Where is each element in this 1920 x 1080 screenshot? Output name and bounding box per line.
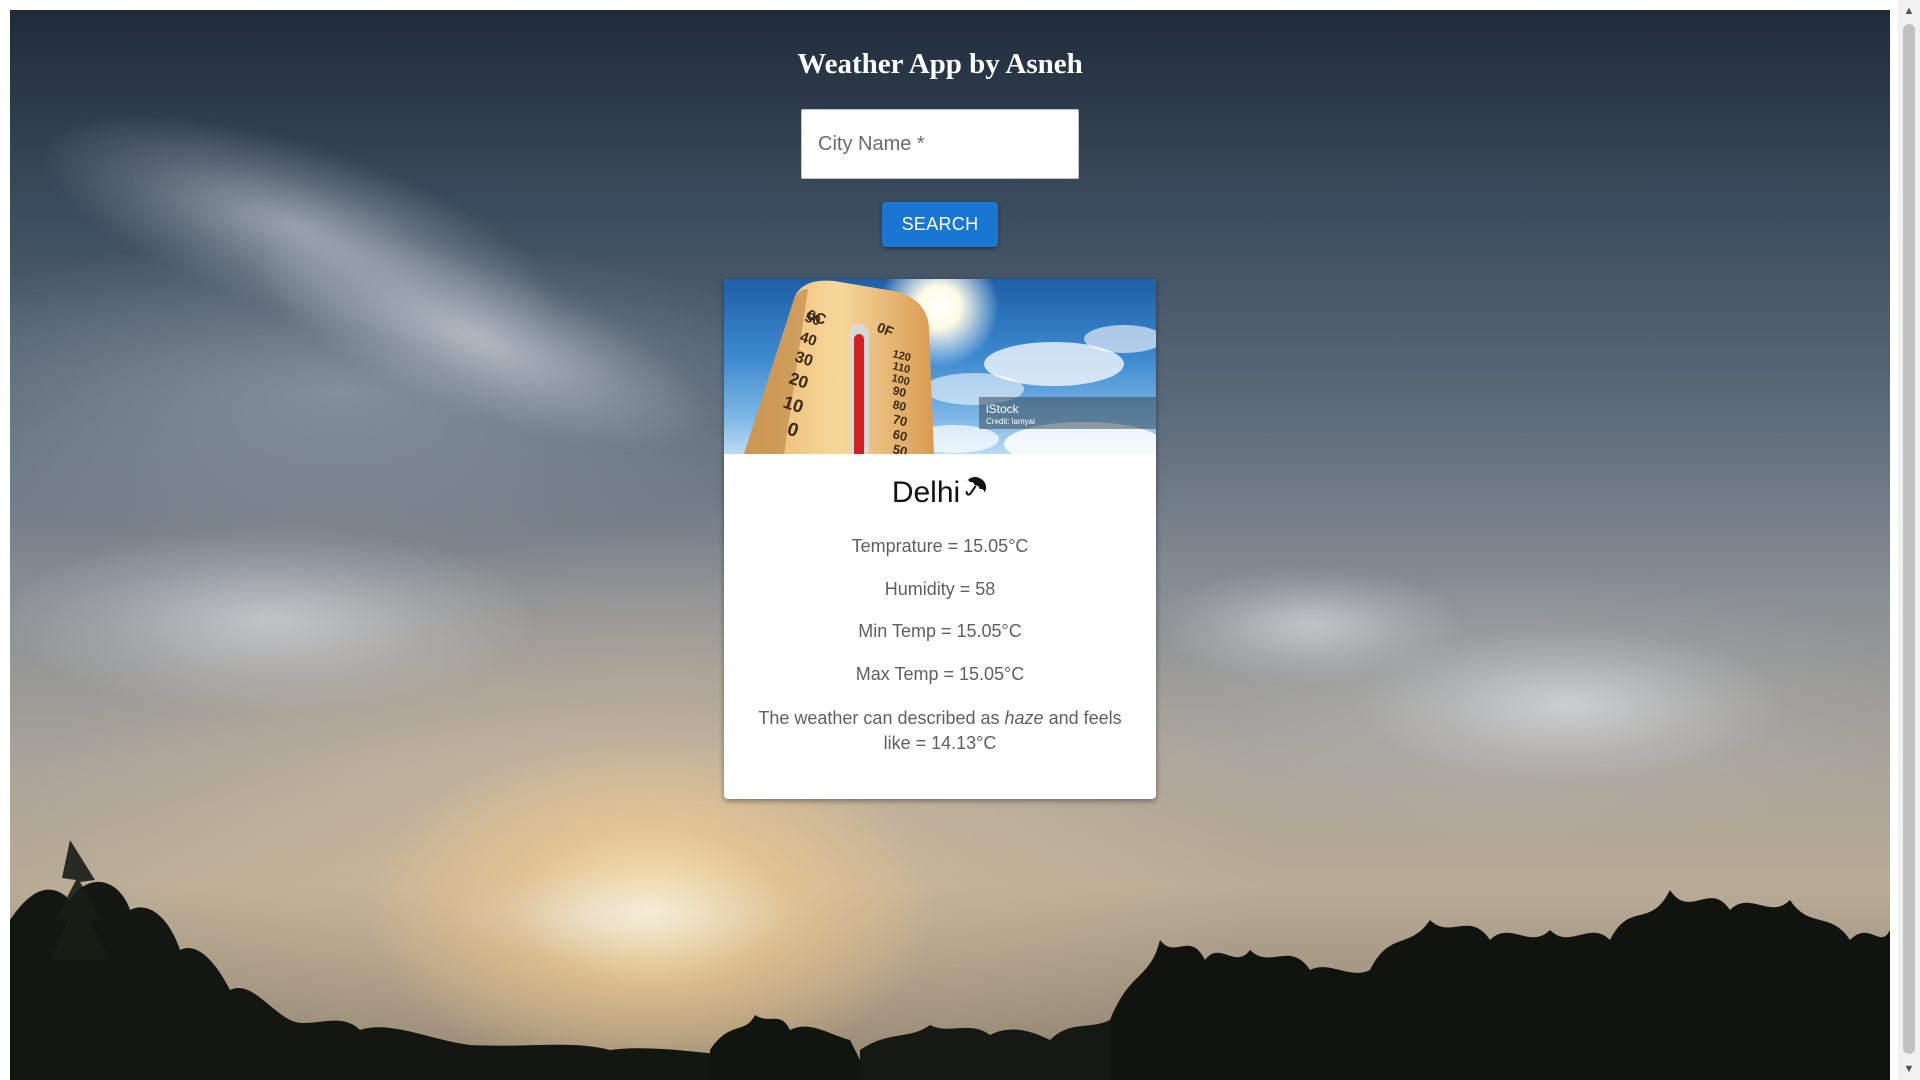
scrollbar-thumb[interactable] xyxy=(1903,24,1915,1054)
watermark-credit: Credit: lamyai xyxy=(986,417,1035,426)
cloud-shape xyxy=(1160,570,1460,680)
page-title: Weather App by Asneh xyxy=(797,48,1083,80)
search-button[interactable]: SEARCH xyxy=(882,202,998,247)
city-input[interactable] xyxy=(802,110,1078,178)
description-prefix: The weather can described as xyxy=(758,708,1005,728)
scale-f-tick: 50 xyxy=(891,441,909,454)
city-input-field[interactable] xyxy=(801,109,1079,179)
min-temp-text: Min Temp = 15.05°C xyxy=(858,621,1022,641)
vertical-scrollbar[interactable]: ▲ ▼ xyxy=(1898,0,1920,1080)
city-heading: Delhi xyxy=(724,476,1156,510)
weather-description: The weather can described as haze and fe… xyxy=(754,706,1126,756)
umbrella-icon xyxy=(965,476,987,496)
humidity-text: Humidity = 58 xyxy=(884,579,996,599)
cloud-shape xyxy=(10,530,530,710)
weather-card: 0C 50 40 30 20 10 0 0F 120 110 100 90 80… xyxy=(724,279,1156,799)
scroll-up-arrow[interactable]: ▲ xyxy=(1898,0,1920,22)
thermometer-image: 0C 50 40 30 20 10 0 0F 120 110 100 90 80… xyxy=(724,279,1156,454)
watermark-brand: iStock xyxy=(986,402,1020,416)
temperature-text: Temprature = 15.05°C xyxy=(851,536,1029,556)
weather-details: Delhi Temprature = 15.05°C Humidity = 58… xyxy=(724,476,1156,756)
city-name: Delhi xyxy=(891,476,961,509)
tree-silhouette xyxy=(10,840,1890,1080)
thermometer-illustration: 0C 50 40 30 20 10 0 0F 120 110 100 90 80… xyxy=(744,279,1156,454)
scroll-down-arrow[interactable]: ▼ xyxy=(1898,1058,1920,1080)
max-temp-text: Max Temp = 15.05°C xyxy=(855,664,1025,684)
weather-condition: haze xyxy=(1004,708,1044,728)
